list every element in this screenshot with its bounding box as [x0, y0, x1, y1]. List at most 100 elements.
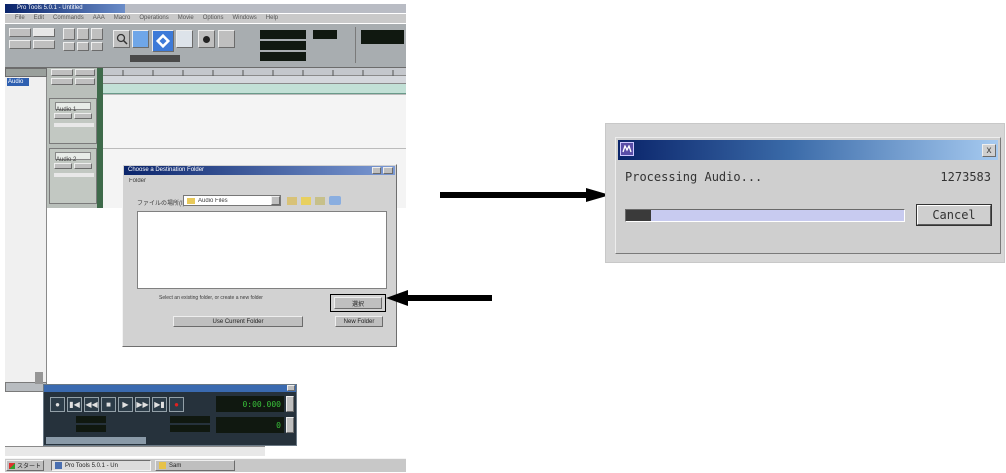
mute-button[interactable]	[74, 113, 92, 119]
protools-screenshot: Pro Tools 5.0.1 - Untitled File Edit Com…	[5, 4, 406, 472]
track-header[interactable]: Audio 1	[49, 98, 97, 144]
online-icon[interactable]: ●	[50, 397, 65, 412]
start-display	[170, 416, 210, 423]
list-view-icon[interactable]	[315, 197, 325, 205]
taskbar-button-sam[interactable]: Sam	[155, 460, 235, 471]
main-counter-value: 0:00.000	[242, 399, 281, 409]
zoom-button[interactable]	[63, 28, 75, 40]
close-icon[interactable]	[383, 167, 393, 174]
folder-icon	[187, 197, 195, 204]
pro-tools-icon	[620, 142, 634, 156]
menu-item-aaa[interactable]: AAA	[93, 14, 105, 23]
zoom-button[interactable]	[77, 42, 89, 51]
track-list-header	[5, 68, 47, 77]
menu-item-movie[interactable]: Movie	[178, 14, 194, 23]
zoomer-tool-icon[interactable]	[113, 30, 130, 48]
dialog-title-bar: Choose a Destination Folder	[124, 166, 395, 175]
track-view-button[interactable]	[51, 69, 73, 76]
timeline-ruler	[103, 76, 406, 84]
selector-tool-icon[interactable]	[152, 30, 174, 52]
help-icon[interactable]	[372, 167, 381, 174]
counter-scroll[interactable]	[286, 396, 294, 412]
track-list-item-label: Audio	[8, 79, 24, 85]
track-list-item[interactable]: Audio	[7, 78, 29, 86]
track-view-button[interactable]	[75, 69, 95, 76]
new-folder-button[interactable]: New Folder	[335, 316, 383, 327]
record-enable-button[interactable]	[54, 163, 72, 169]
close-button[interactable]: x	[982, 144, 996, 157]
end-display	[260, 52, 306, 61]
menu-item-windows[interactable]: Windows	[232, 14, 256, 23]
grabber-tool-icon[interactable]	[176, 30, 193, 48]
mode-button[interactable]	[9, 40, 31, 49]
cancel-button[interactable]: Cancel	[916, 204, 992, 226]
zoom-button[interactable]	[91, 42, 103, 51]
fast-forward-icon[interactable]: ▶▶	[135, 397, 150, 412]
menu-item-operations[interactable]: Operations	[139, 14, 168, 23]
grid-value	[130, 55, 180, 62]
location-select[interactable]: Audio Files	[183, 195, 281, 206]
return-to-zero-icon[interactable]: ▮◀	[67, 397, 82, 412]
go-to-end-icon[interactable]: ▶▮	[152, 397, 167, 412]
menu-item-file[interactable]: File	[15, 14, 25, 23]
track-header[interactable]: Audio 2	[49, 148, 97, 204]
chevron-down-icon[interactable]	[271, 196, 280, 205]
dialog-title-bar	[618, 140, 998, 160]
transport-title-bar	[44, 385, 296, 392]
track-name[interactable]: Audio 2	[55, 152, 91, 163]
mode-button[interactable]	[9, 28, 31, 37]
pencil-tool-icon[interactable]	[218, 30, 235, 48]
mute-button[interactable]	[74, 163, 92, 169]
transport-footer	[46, 437, 146, 444]
counter-scroll[interactable]	[286, 417, 294, 433]
use-current-folder-label: Use Current Folder	[212, 318, 264, 325]
scrubber-tool-icon[interactable]	[198, 30, 215, 48]
zoom-button[interactable]	[63, 42, 75, 51]
new-folder-icon[interactable]	[301, 197, 311, 205]
up-folder-icon[interactable]	[287, 197, 297, 205]
arrow-head-left	[386, 290, 408, 306]
record-enable-button[interactable]	[54, 113, 72, 119]
main-counter: 0:00.000	[216, 396, 284, 412]
mode-button[interactable]	[33, 40, 55, 49]
taskbar-button-protools[interactable]: Pro Tools 5.0.1 - Un	[51, 460, 151, 471]
main-counter-display	[260, 30, 306, 39]
new-folder-button-label: New Folder	[343, 318, 375, 325]
file-list[interactable]	[137, 211, 387, 289]
menu-item-edit[interactable]: Edit	[34, 14, 44, 23]
track-view-button[interactable]	[51, 78, 73, 85]
menu-item-options[interactable]: Options	[203, 14, 224, 23]
menu-item-macro[interactable]: Macro	[114, 14, 131, 23]
record-icon[interactable]: ●	[169, 397, 184, 412]
trimmer-tool-icon[interactable]	[132, 30, 149, 48]
track-name[interactable]: Audio 1	[55, 102, 91, 113]
processing-dialog-frame: x Processing Audio... 1273583 Cancel	[605, 123, 1005, 263]
close-icon[interactable]	[287, 385, 295, 391]
use-current-folder-button[interactable]: Use Current Folder	[173, 316, 303, 327]
track-view-button[interactable]	[75, 78, 95, 85]
menu-item-commands[interactable]: Commands	[53, 14, 84, 23]
zoom-button[interactable]	[91, 28, 103, 40]
rewind-icon[interactable]: ◀◀	[84, 397, 99, 412]
start-label: スタート	[17, 464, 42, 470]
cursor-display	[361, 30, 404, 44]
bottom-status-strip	[5, 446, 265, 456]
ruler-ticks	[122, 70, 394, 76]
length-display	[313, 30, 337, 39]
arrow-left	[386, 290, 492, 306]
stop-icon[interactable]: ■	[101, 397, 116, 412]
taskbar: スタート Pro Tools 5.0.1 - Un Sam	[5, 458, 406, 472]
lane-divider	[103, 148, 406, 149]
pre-roll-display	[76, 416, 106, 423]
mode-button[interactable]	[33, 28, 55, 37]
menu-item-help[interactable]: Help	[266, 14, 278, 23]
zoom-button[interactable]	[77, 28, 89, 40]
arrow-shaft	[406, 295, 492, 301]
start-button[interactable]: スタート	[6, 460, 44, 471]
windows-logo-icon	[9, 462, 15, 469]
scrollbar-thumb[interactable]	[35, 372, 43, 384]
arrow-shaft	[440, 192, 590, 198]
play-icon[interactable]: ▶	[118, 397, 133, 412]
details-view-icon[interactable]	[329, 196, 341, 205]
dialog-subtitle: Folder	[129, 178, 147, 184]
